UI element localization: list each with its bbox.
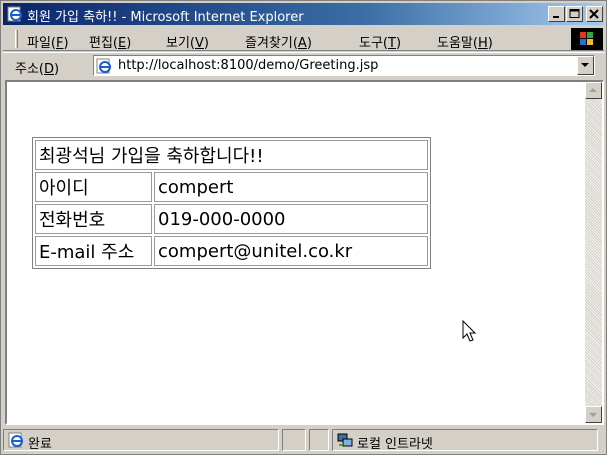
menu-tools[interactable]: 도구(T) [359,32,401,51]
row-label: E-mail 주소 [35,236,152,266]
toolbar-grip[interactable] [15,30,18,48]
security-zone-text: 로컬 인트라넷 [357,437,433,452]
table-row: E-mail 주소 compert@unitel.co.kr [35,236,428,266]
scroll-up-button[interactable] [585,82,602,99]
menu-bar: 파일(F) 편집(E) 보기(V) 즐겨찾기(A) 도구(T) 도움말(H) [3,27,604,51]
row-value: compert@unitel.co.kr [154,236,428,266]
page-viewport[interactable]: 최광석님 가입을 축하합니다!! 아이디 compert 전화번호 019-00… [5,80,604,425]
maximize-icon [569,9,580,18]
status-panel-security [309,429,329,451]
scroll-up-icon [589,88,597,92]
table-row: 전화번호 019-000-0000 [35,204,428,234]
row-label: 전화번호 [35,204,152,234]
scroll-down-icon [589,413,597,417]
close-button[interactable] [586,6,603,22]
row-value: compert [154,172,428,202]
status-panel-zone[interactable]: 로컬 인트라넷 [332,429,598,452]
address-input[interactable]: http://localhost:8100/demo/Greeting.jsp [93,55,595,76]
browser-window: 회원 가입 축하!! - Microsoft Internet Explorer… [0,0,607,455]
status-bar: 완료 로컬 인트라넷 [3,427,604,453]
greeting-table: 최광석님 가입을 축하합니다!! 아이디 compert 전화번호 019-00… [32,137,431,269]
row-label: 아이디 [35,172,152,202]
maximize-button[interactable] [566,6,583,22]
ie-page-icon [7,6,23,22]
vertical-scrollbar[interactable] [585,82,602,423]
address-bar: 주소(D) http://localhost:8100/demo/Greetin… [3,52,604,78]
chevron-down-icon [581,63,589,67]
minimize-icon [553,16,559,18]
window-title: 회원 가입 축하!! - Microsoft Internet Explorer [27,10,304,25]
status-text: 완료 [28,437,52,452]
address-label: 주소(D) [15,62,60,77]
greeting-header: 최광석님 가입을 축하합니다!! [35,140,428,170]
address-dropdown-button[interactable] [577,56,594,75]
row-value: 019-000-0000 [154,204,428,234]
ie-page-icon [8,432,24,448]
status-panel-progress [282,429,306,451]
menu-help[interactable]: 도움말(H) [437,32,493,51]
table-row: 아이디 compert [35,172,428,202]
minimize-button[interactable] [548,6,565,22]
scroll-down-button[interactable] [585,406,602,423]
windows-logo-icon [571,28,603,50]
menu-view[interactable]: 보기(V) [166,32,209,51]
mouse-cursor-icon [462,320,477,342]
title-bar[interactable]: 회원 가입 축하!! - Microsoft Internet Explorer [3,3,604,25]
menu-edit[interactable]: 편집(E) [89,32,131,51]
menu-file[interactable]: 파일(F) [27,32,69,51]
menu-favorites[interactable]: 즐겨찾기(A) [245,32,312,51]
ie-page-icon [96,58,112,74]
address-url: http://localhost:8100/demo/Greeting.jsp [118,58,379,73]
table-header-row: 최광석님 가입을 축하합니다!! [35,140,428,170]
status-panel-main: 완료 [3,429,279,452]
page-content: 최광석님 가입을 축하합니다!! 아이디 compert 전화번호 019-00… [7,82,583,423]
close-icon [589,9,599,19]
local-intranet-icon [337,432,353,448]
